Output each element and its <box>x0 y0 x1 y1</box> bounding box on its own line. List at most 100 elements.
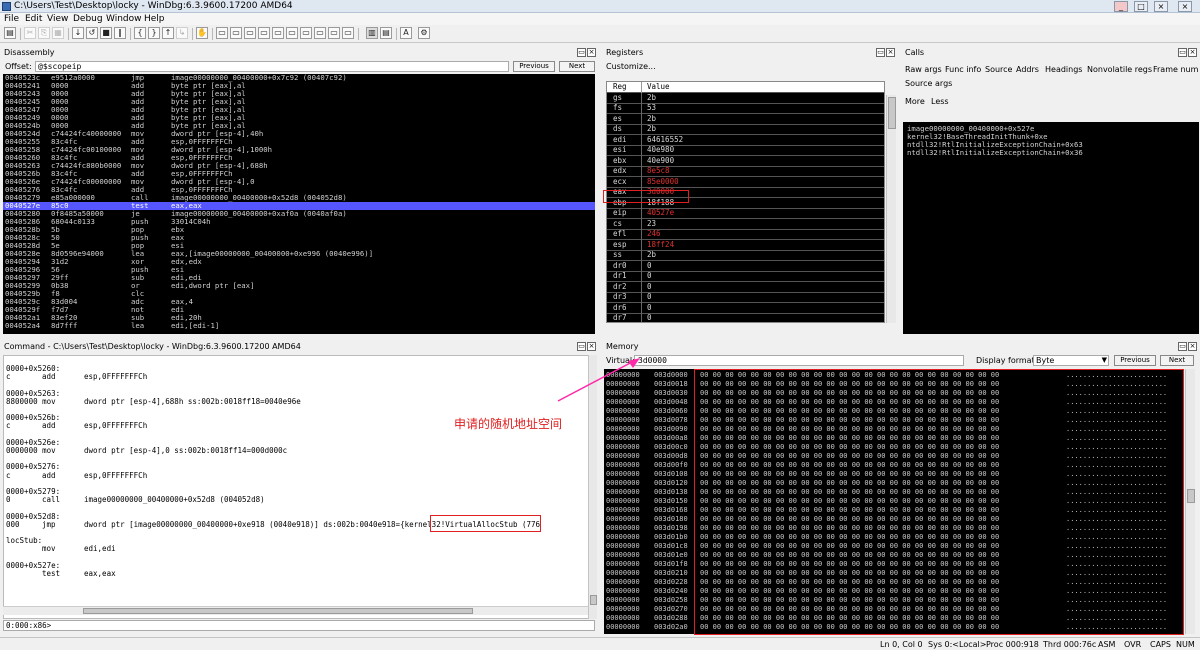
minimize-button[interactable]: _ <box>1114 1 1128 12</box>
register-row[interactable]: ecx 85e0000 <box>607 176 884 188</box>
watch-window-icon[interactable]: ▭ <box>230 27 242 39</box>
disasm-line[interactable]: 0040529f f7d7 not edi <box>3 306 595 314</box>
break-icon[interactable]: ‖ <box>114 27 126 39</box>
processes-threads-icon[interactable]: ▭ <box>328 27 340 39</box>
register-row[interactable]: dr0 0 <box>607 260 884 272</box>
menu-edit[interactable]: Edit <box>25 14 42 24</box>
scroll-thumb[interactable] <box>888 97 896 129</box>
dock-icon[interactable]: ▭ <box>1178 48 1187 57</box>
dock-icon[interactable]: ▭ <box>577 48 586 57</box>
raw-args-link[interactable]: Raw args <box>905 65 942 74</box>
register-row[interactable]: gs 2b <box>607 92 884 104</box>
disasm-line[interactable]: 00405247 0000 add byte ptr [eax],al <box>3 106 595 114</box>
memory-scrollbar[interactable] <box>1185 369 1195 634</box>
disasm-line[interactable]: 00405297 29ff sub edi,edi <box>3 274 595 282</box>
disasm-line[interactable]: 0040528e 8d0596e94000 lea eax,[image0000000… <box>3 250 595 258</box>
call-frame[interactable]: ntdll32!RtlInitializeExceptionChain+0x36 <box>907 149 1083 157</box>
dock-icon[interactable]: ▭ <box>876 48 885 57</box>
source-args-link[interactable]: Source args <box>905 79 952 88</box>
memory-next-button[interactable]: Next <box>1160 355 1194 366</box>
locals-window-icon[interactable]: ▭ <box>244 27 256 39</box>
panel-close-icon[interactable]: × <box>587 48 596 57</box>
scratch-pad-icon[interactable]: ▭ <box>314 27 326 39</box>
scroll-thumb[interactable] <box>590 595 597 605</box>
breakpoint-icon[interactable]: ✋ <box>196 27 208 39</box>
disasm-line[interactable]: 00405241 0000 add byte ptr [eax],al <box>3 82 595 90</box>
options-icon[interactable]: ⚙ <box>418 27 430 39</box>
help-close-icon[interactable]: × <box>1178 1 1192 12</box>
disasm-line[interactable]: 0040528c 50 push eax <box>3 234 595 242</box>
run-to-cursor-icon[interactable]: ↳ <box>176 27 188 39</box>
disasm-line[interactable]: 0040526e c74424fc00000000 mov dword ptr [es… <box>3 178 595 186</box>
disassembly-code-view[interactable]: 0040523c e9512a0000 jmp image00000000_00400… <box>3 74 595 334</box>
panel-close-icon[interactable]: × <box>1188 342 1197 351</box>
source-mode-icon[interactable]: ▭ <box>342 27 354 39</box>
customize-link[interactable]: Customize... <box>606 62 656 71</box>
disasm-line[interactable]: 00405296 56 push esi <box>3 266 595 274</box>
disasm-line[interactable]: 00405263 c74424fc880b0000 mov dword ptr [es… <box>3 162 595 170</box>
menu-view[interactable]: View <box>47 14 68 24</box>
register-row[interactable]: dr7 0 <box>607 313 884 322</box>
source-link[interactable]: Source <box>985 65 1012 74</box>
open-icon[interactable]: ▤ <box>4 27 16 39</box>
menu-help[interactable]: Help <box>144 14 165 24</box>
command-output[interactable]: 0000+0x5260: c add esp,0FFFFFFFCh 0000+0x526… <box>3 355 591 619</box>
disasm-line[interactable]: 00405243 0000 add byte ptr [eax],al <box>3 90 595 98</box>
register-row[interactable]: eip 40527e <box>607 208 884 219</box>
command-hscrollbar[interactable] <box>3 606 588 615</box>
disasm-line[interactable]: 00405249 0000 add byte ptr [eax],al <box>3 114 595 122</box>
font-icon[interactable]: A <box>400 27 412 39</box>
offset-input[interactable]: @$scopeip <box>35 61 509 72</box>
register-row[interactable]: dr2 0 <box>607 281 884 293</box>
disassembly-window-icon[interactable]: ▭ <box>300 27 312 39</box>
func-info-link[interactable]: Func info <box>945 65 981 74</box>
disasm-line[interactable]: 0040528b 5b pop ebx <box>3 226 595 234</box>
disasm-line[interactable]: 0040523c e9512a0000 jmp image00000000_00400… <box>3 74 595 82</box>
disasm-line[interactable]: 0040529c 83d004 adc eax,4 <box>3 298 595 306</box>
registers-scrollbar[interactable] <box>886 95 896 323</box>
restart-icon[interactable]: ↺ <box>86 27 98 39</box>
hscroll-thumb[interactable] <box>83 608 473 614</box>
scroll-thumb[interactable] <box>1187 489 1195 503</box>
call-stack-window-icon[interactable]: ▭ <box>286 27 298 39</box>
close-button[interactable]: × <box>1154 1 1168 12</box>
disasm-line[interactable]: 00405245 0000 add byte ptr [eax],al <box>3 98 595 106</box>
menu-file[interactable]: File <box>4 14 19 24</box>
addrs-link[interactable]: Addrs <box>1016 65 1039 74</box>
register-row[interactable]: esi 40e980 <box>607 145 884 156</box>
panel-close-icon[interactable]: × <box>587 342 596 351</box>
panel-close-icon[interactable]: × <box>886 48 895 57</box>
source-mode-off-icon[interactable]: ▤ <box>380 27 392 39</box>
nonvolatile-regs-link[interactable]: Nonvolatile regs <box>1087 65 1152 74</box>
disasm-line[interactable]: 00405286 68044c0133 push 33014C04h <box>3 218 595 226</box>
dock-icon[interactable]: ▭ <box>577 342 586 351</box>
command-input-row[interactable]: 0:000:x86> <box>3 620 595 631</box>
register-row[interactable]: efl 246 <box>607 229 884 240</box>
stop-debugging-icon[interactable]: ■ <box>100 27 112 39</box>
memory-previous-button[interactable]: Previous <box>1114 355 1156 366</box>
register-row[interactable]: esp 18ff24 <box>607 239 884 251</box>
menu-debug[interactable]: Debug <box>73 14 103 24</box>
cut-icon[interactable]: ✂ <box>24 27 36 39</box>
disasm-line[interactable]: 00405279 e85a000000 call image00000000_0040… <box>3 194 595 202</box>
register-row[interactable]: fs 53 <box>607 103 884 114</box>
disasm-line[interactable]: 0040524d c74424fc40000000 mov dword ptr [es… <box>3 130 595 138</box>
disasm-line[interactable]: 004052a1 83ef20 sub edi,20h <box>3 314 595 322</box>
register-row[interactable]: ds 2b <box>607 124 884 135</box>
disasm-next-button[interactable]: Next <box>559 61 595 72</box>
less-link[interactable]: Less <box>931 97 949 106</box>
register-row[interactable]: ebx 40e900 <box>607 155 884 167</box>
register-row[interactable]: ss 2b <box>607 250 884 261</box>
memory-window-icon[interactable]: ▭ <box>272 27 284 39</box>
register-row[interactable]: dr6 0 <box>607 302 884 314</box>
headings-link[interactable]: Headings <box>1045 65 1082 74</box>
step-over-icon[interactable]: } <box>148 27 160 39</box>
register-row[interactable]: es 2b <box>607 113 884 125</box>
dock-icon[interactable]: ▭ <box>1178 342 1187 351</box>
more-link[interactable]: More <box>905 97 925 106</box>
virtual-address-input[interactable]: 3d0000 <box>634 355 964 366</box>
restore-button[interactable]: □ <box>1134 1 1148 12</box>
call-stack-view[interactable]: image00000000_00400000+0x527e kernel32!Ba… <box>903 122 1199 334</box>
register-row[interactable]: cs 23 <box>607 218 884 230</box>
registers-window-icon[interactable]: ▭ <box>258 27 270 39</box>
